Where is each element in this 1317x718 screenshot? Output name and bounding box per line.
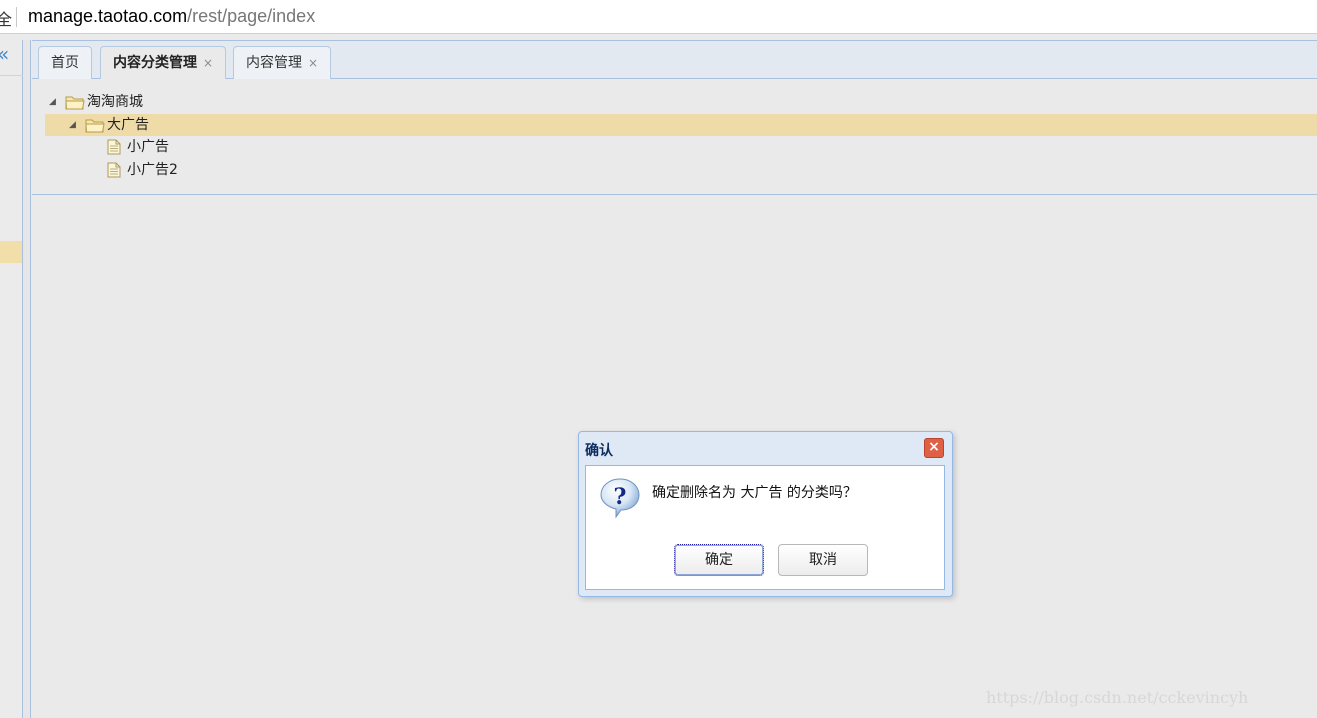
- expand-arrow-icon[interactable]: ◢: [69, 114, 76, 136]
- expand-arrow-icon[interactable]: ◢: [49, 91, 56, 113]
- confirm-button[interactable]: 确定: [674, 544, 764, 576]
- tab-home[interactable]: 首页: [38, 46, 92, 79]
- tab-label: 首页: [51, 55, 79, 71]
- tree-node-selected[interactable]: ◢ 大广告: [45, 114, 1317, 136]
- category-tree: ◢ 淘淘商城 ◢ 大广告 小广告 小广告2: [32, 79, 1317, 195]
- tree-node-leaf[interactable]: 小广告2: [45, 159, 1317, 181]
- dialog-title: 确认: [585, 443, 613, 459]
- tree-node-label: 大广告: [107, 117, 149, 133]
- close-icon[interactable]: ×: [308, 47, 318, 79]
- splitter[interactable]: [23, 40, 31, 718]
- close-icon[interactable]: ×: [924, 438, 944, 458]
- url-host: manage.taotao.com: [28, 6, 188, 26]
- dialog-body: ? 确定删除名为 大广告 的分类吗？ 确定 取消: [585, 465, 945, 590]
- address-bar-separator: [16, 7, 17, 27]
- tab-strip: 首页 内容分类管理 × 内容管理 ×: [32, 40, 1317, 80]
- question-icon: ?: [598, 476, 642, 524]
- tree-node-root[interactable]: ◢ 淘淘商城: [45, 91, 1317, 113]
- tree-node-leaf[interactable]: 小广告: [45, 136, 1317, 158]
- tab-label: 内容分类管理: [113, 55, 197, 71]
- dialog-message: 确定删除名为 大广告 的分类吗？: [652, 485, 857, 501]
- url-field[interactable]: manage.taotao.com/rest/page/index: [28, 6, 315, 27]
- watermark: https://blog.csdn.net/cckevincyh: [986, 688, 1249, 707]
- file-icon: [107, 162, 121, 185]
- left-region-collapsed: «: [0, 40, 23, 718]
- address-bar: 全 manage.taotao.com/rest/page/index: [0, 0, 1317, 34]
- tab-content-manage[interactable]: 内容管理 ×: [233, 46, 332, 79]
- tree-node-label: 小广告2: [127, 162, 178, 178]
- tree-node-label: 小广告: [127, 139, 169, 155]
- left-region-header: «: [0, 40, 23, 76]
- url-path: /rest/page/index: [187, 6, 316, 26]
- close-icon[interactable]: ×: [203, 47, 213, 79]
- tab-label: 内容管理: [246, 55, 302, 71]
- svg-text:?: ?: [614, 484, 627, 510]
- tab-content-category[interactable]: 内容分类管理 ×: [100, 46, 227, 80]
- tree-node-label: 淘淘商城: [87, 94, 143, 110]
- left-region-selected-item: [0, 241, 22, 263]
- expand-panel-icon[interactable]: «: [0, 44, 9, 64]
- address-bar-lead-glyph: 全: [0, 10, 13, 29]
- confirm-dialog: 确认 × ? 确定删除名为 大广告 的分类吗？ 确定 取消: [578, 431, 953, 597]
- cancel-button[interactable]: 取消: [778, 544, 868, 576]
